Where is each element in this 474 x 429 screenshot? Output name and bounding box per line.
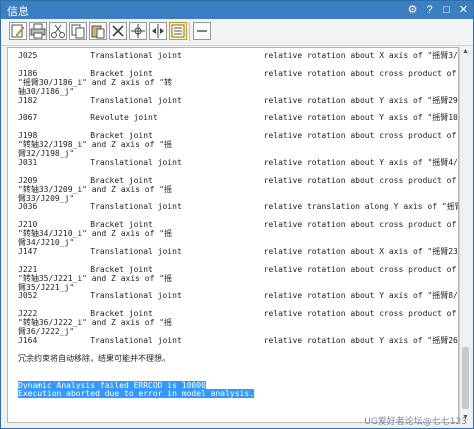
settings-icon[interactable]: ⚙ xyxy=(407,2,418,18)
log-line: "转轴33/J209_i" and Z axis of "摇 xyxy=(18,184,173,194)
toolbar-separator xyxy=(189,23,190,41)
scroll-up-icon[interactable]: ▲ xyxy=(460,47,471,57)
watermark: UG爱好者论坛@七七123 xyxy=(364,417,467,427)
window-title: 信息 xyxy=(7,5,29,18)
log-line: J036 Translational joint relative transl… xyxy=(18,202,459,212)
log-line: J067 Revolute joint relative rotation ab… xyxy=(18,113,459,123)
print-icon[interactable] xyxy=(29,22,47,40)
log-line: 冗余约束将自动移除，结果可能并不理想。 xyxy=(18,353,170,363)
edit-icon[interactable] xyxy=(9,22,27,40)
log-line: "转轴35/J221_i" and Z axis of "摇 xyxy=(18,273,173,283)
log-line: J164 Translational joint relative rotati… xyxy=(18,336,459,345)
delete-icon[interactable] xyxy=(109,22,127,40)
toolbar xyxy=(1,19,473,46)
log-line: "转轴34/J210_i" and Z axis of "摇 xyxy=(18,229,173,239)
log-line: J147 Translational joint relative rotati… xyxy=(18,246,459,256)
find-icon[interactable] xyxy=(129,22,147,40)
minus-icon[interactable] xyxy=(193,22,211,40)
log-line: J025 Translational joint relative rotati… xyxy=(18,51,459,60)
title-bar[interactable]: 信息 ⚙ ? □ ✕ xyxy=(1,1,473,19)
scroll-thumb[interactable] xyxy=(462,347,469,409)
log-text: J025 Translational joint relative rotati… xyxy=(18,51,459,399)
log-line: "摇臂30/J186_i" and Z axis of "转 xyxy=(18,77,173,87)
list-icon[interactable] xyxy=(169,22,187,40)
selected-error-line[interactable]: Execution aborted due to error in model … xyxy=(18,389,454,399)
split-icon[interactable] xyxy=(149,22,167,40)
log-line: J052 Translational joint relative rotati… xyxy=(18,291,459,301)
close-icon[interactable]: ✕ xyxy=(458,2,469,18)
log-line: "转轴32/J198_i" and Z axis of "摇 xyxy=(18,140,173,150)
message-window: 信息 ⚙ ? □ ✕ J025 Translational joint rela… xyxy=(0,0,474,429)
maximize-icon[interactable]: □ xyxy=(441,2,452,18)
cut-icon[interactable] xyxy=(49,22,67,40)
log-line: "转轴36/J222_i" and Z axis of "摇 xyxy=(18,318,173,328)
log-line: J031 Translational joint relative rotati… xyxy=(18,157,459,167)
help-icon[interactable]: ? xyxy=(424,2,435,18)
paste-icon[interactable] xyxy=(89,22,107,40)
message-output-area[interactable]: J025 Translational joint relative rotati… xyxy=(7,47,459,423)
log-line: J182 Translational joint relative rotati… xyxy=(18,95,459,105)
copy-icon[interactable] xyxy=(69,22,87,40)
vertical-scrollbar[interactable]: ▲ ▼ xyxy=(459,47,471,423)
window-controls: ⚙ ? □ ✕ xyxy=(407,2,469,18)
